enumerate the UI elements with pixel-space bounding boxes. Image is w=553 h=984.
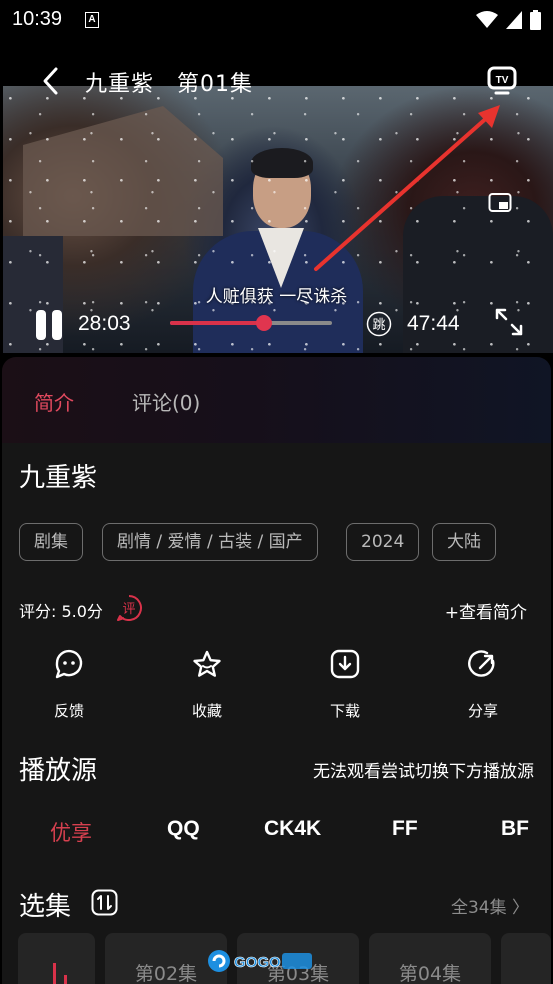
share-label: 分享 xyxy=(467,702,498,720)
status-icons xyxy=(476,10,541,30)
total-time: 47:44 xyxy=(407,312,460,335)
all-episodes-link[interactable]: 全34集 〉 xyxy=(451,893,529,918)
video-title: 九重紫 第01集 xyxy=(85,72,253,97)
current-time: 28:03 xyxy=(78,312,131,335)
video-subtitle: 人赃俱获 一尽诛杀 xyxy=(205,287,348,307)
share-icon xyxy=(468,650,495,677)
show-title: 九重紫 xyxy=(19,463,98,493)
episode-label: 第04集 xyxy=(398,963,462,984)
source-item-ck4k[interactable]: CK4K xyxy=(264,817,321,841)
sort-icon[interactable] xyxy=(91,889,118,916)
rate-icon[interactable]: 评 xyxy=(115,594,143,622)
episode-card-partial[interactable] xyxy=(501,933,551,984)
svg-text:TV: TV xyxy=(496,75,509,86)
tag-type[interactable]: 剧集 xyxy=(19,523,83,561)
source-item-youxiang[interactable]: 优享 xyxy=(50,817,92,847)
feedback-button[interactable]: 反馈 xyxy=(24,648,114,721)
rate-label: 评 xyxy=(122,602,135,617)
source-item-bf[interactable]: BF xyxy=(501,817,529,841)
download-icon xyxy=(330,649,360,679)
svg-text:GOGO: GOGO xyxy=(234,954,281,971)
episode-card[interactable]: 第04集 xyxy=(369,933,491,984)
feedback-label: 反馈 xyxy=(53,702,84,720)
detail-tabs: 简介 评论(0) xyxy=(2,357,551,443)
pause-button[interactable] xyxy=(36,310,64,340)
tab-comments[interactable]: 评论(0) xyxy=(132,387,200,416)
favorite-button[interactable]: 收藏 xyxy=(162,648,252,721)
download-button[interactable]: 下载 xyxy=(300,648,390,721)
skip-intro-icon[interactable]: 跳 xyxy=(366,311,392,337)
source-section-title: 播放源 xyxy=(19,756,98,786)
source-item-qq[interactable]: QQ xyxy=(167,817,200,841)
back-arrow-icon[interactable] xyxy=(36,64,66,98)
view-intro-link[interactable]: +查看简介 xyxy=(445,598,527,623)
source-item-ff[interactable]: FF xyxy=(392,817,418,841)
battery-icon xyxy=(530,10,541,30)
skip-label: 跳 xyxy=(372,318,385,333)
picture-in-picture-icon[interactable] xyxy=(488,192,512,214)
progress-fill xyxy=(170,321,264,325)
playing-bars-icon xyxy=(53,963,67,984)
detail-content: 九重紫 剧集 剧情 / 爱情 / 古装 / 国产 2024 大陆 评分: 5.0… xyxy=(2,443,551,984)
signal-icon xyxy=(506,11,522,29)
star-icon xyxy=(193,650,221,677)
tag-year[interactable]: 2024 xyxy=(346,523,420,561)
wifi-icon xyxy=(476,11,498,28)
tag-region[interactable]: 大陆 xyxy=(432,523,496,561)
progress-slider[interactable] xyxy=(170,315,332,331)
notification-a-icon: A xyxy=(85,12,99,28)
status-time: 10:39 xyxy=(12,8,63,30)
progress-thumb[interactable] xyxy=(255,315,272,331)
source-hint: 无法观看尝试切换下方播放源 xyxy=(313,762,534,782)
video-player[interactable]: 九重紫 第01集 TV 人赃俱获 一尽诛杀 28:03 跳 47:44 xyxy=(0,40,553,353)
episode-card-current[interactable] xyxy=(18,933,95,984)
share-button[interactable]: 分享 xyxy=(438,648,528,721)
tab-intro[interactable]: 简介 xyxy=(34,387,74,416)
feedback-icon xyxy=(55,649,83,679)
status-bar: 10:39 A xyxy=(0,0,553,40)
rating-text: 评分: 5.0分 xyxy=(19,602,103,621)
tag-genres[interactable]: 剧情 / 爱情 / 古装 / 国产 xyxy=(102,523,318,561)
episodes-section-title: 选集 xyxy=(19,892,72,922)
download-label: 下载 xyxy=(329,702,360,720)
tv-cast-icon[interactable]: TV xyxy=(486,64,518,96)
favorite-label: 收藏 xyxy=(191,702,222,720)
gogo-watermark-logo: GOGO xyxy=(208,950,312,972)
fullscreen-icon[interactable] xyxy=(494,307,524,337)
